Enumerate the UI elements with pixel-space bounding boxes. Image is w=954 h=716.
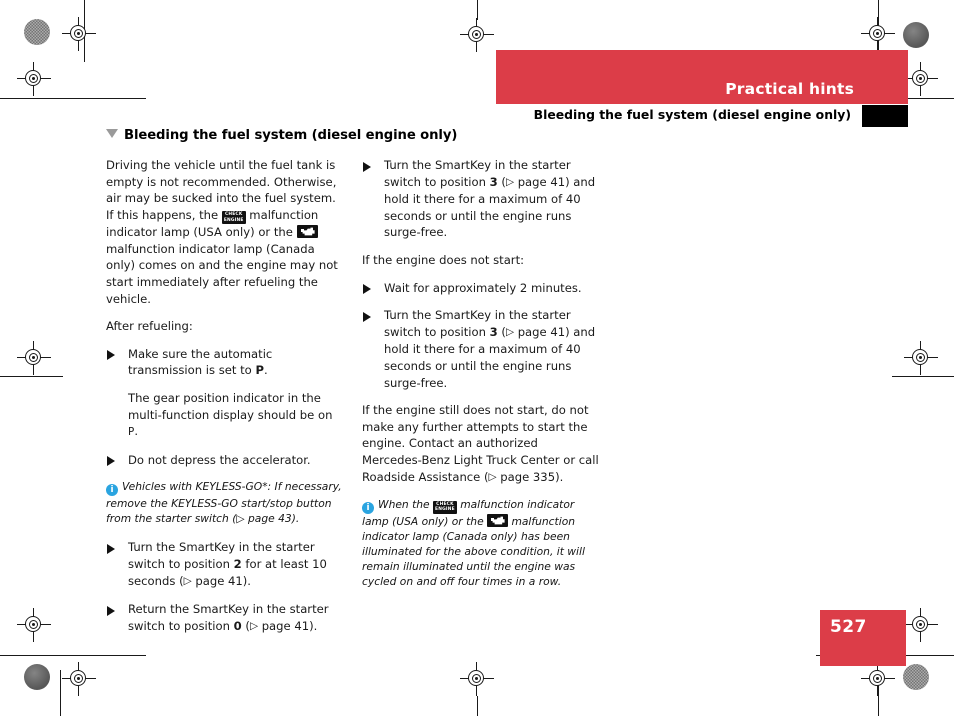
list-item: Turn the SmartKey in the starter switch … <box>106 539 344 590</box>
list-item: Turn the SmartKey in the starter switch … <box>362 307 600 391</box>
info-note-part-1: When the <box>378 498 434 512</box>
crop-line <box>60 670 62 716</box>
list-item: Return the SmartKey in the starter switc… <box>106 601 344 635</box>
triangle-right-icon <box>363 311 371 322</box>
triangle-down-icon <box>106 129 118 138</box>
registration-target <box>904 341 938 375</box>
crop-line <box>477 0 479 20</box>
registration-patch <box>24 664 50 690</box>
list-item-text: Wait for approximately 2 minutes. <box>384 280 582 295</box>
crop-line <box>0 655 146 657</box>
check-engine-lamp-icon: CHECK ENGINE <box>433 500 457 514</box>
triangle-right-icon <box>363 161 371 172</box>
crop-line <box>892 376 954 378</box>
registration-target <box>17 62 51 96</box>
intro-part-3: malfunction indicator lamp (Canada only)… <box>106 241 338 306</box>
list-item-note: The gear position indicator in the multi… <box>128 390 333 439</box>
list-item-text: Turn the SmartKey in the starter switch … <box>128 540 327 588</box>
registration-target <box>460 18 494 52</box>
list-item-text: Do not depress the accelerator. <box>128 452 311 467</box>
info-icon: i <box>106 484 118 497</box>
registration-target <box>62 17 96 51</box>
engine-no-start-label: If the engine does not start: <box>362 252 525 267</box>
list-item: Turn the SmartKey in the starter switch … <box>362 157 600 241</box>
list-item: Wait for approximately 2 minutes. <box>362 280 600 297</box>
thumb-index-tab <box>862 105 908 127</box>
list-item-text: Return the SmartKey in the starter switc… <box>128 602 329 633</box>
triangle-right-icon <box>107 543 115 554</box>
intro-paragraph: Driving the vehicle until the fuel tank … <box>106 157 344 307</box>
after-refueling-label: After refueling: <box>106 319 193 334</box>
section-heading-text: Bleeding the fuel system (diesel engine … <box>124 128 458 143</box>
crop-line <box>878 670 880 716</box>
registration-patch <box>903 22 929 48</box>
registration-target <box>17 341 51 375</box>
info-note-text: Vehicles with KEYLESS-GO*: If necessary,… <box>106 480 342 526</box>
list-item-text: Turn the SmartKey in the starter switch … <box>384 308 596 390</box>
running-header-text: Bleeding the fuel system (diesel engine … <box>533 107 851 122</box>
crop-line <box>0 98 146 100</box>
registration-target <box>861 17 895 51</box>
crop-line <box>84 0 86 62</box>
engine-malfunction-lamp-icon <box>487 514 509 528</box>
registration-patch <box>903 664 929 690</box>
list-item: Make sure the automatic transmission is … <box>106 346 344 379</box>
running-header: Bleeding the fuel system (diesel engine … <box>400 105 908 127</box>
info-note: i Vehicles with KEYLESS-GO*: If necessary… <box>106 479 344 526</box>
page-number: 527 <box>830 617 867 637</box>
registration-target <box>904 62 938 96</box>
chapter-banner: Practical hints <box>496 50 908 104</box>
registration-target <box>861 662 895 696</box>
chapter-title: Practical hints <box>725 80 854 98</box>
crop-line <box>0 376 63 378</box>
contact-service-paragraph: If the engine still does not start, do n… <box>362 403 599 484</box>
triangle-right-icon <box>107 350 115 361</box>
registration-patch <box>24 19 50 45</box>
page-number-block: 527 <box>820 610 906 666</box>
list-item-text: Turn the SmartKey in the starter switch … <box>384 158 596 240</box>
registration-target <box>62 662 96 696</box>
left-column: Driving the vehicle until the fuel tank … <box>106 157 344 646</box>
registration-target <box>904 608 938 642</box>
triangle-right-icon <box>363 284 371 295</box>
check-engine-lamp-icon: CHECK ENGINE <box>221 211 246 225</box>
engine-malfunction-lamp-icon <box>296 225 318 239</box>
info-note: i When the CHECK ENGINE malfunction indica… <box>362 497 600 589</box>
triangle-right-icon <box>107 605 115 616</box>
page-content: Bleeding the fuel system (diesel engine … <box>106 128 626 633</box>
triangle-right-icon <box>107 456 115 467</box>
info-icon: i <box>362 502 374 515</box>
right-column: Turn the SmartKey in the starter switch … <box>362 157 600 602</box>
list-item-text: Make sure the automatic transmission is … <box>128 346 273 378</box>
crop-line <box>477 696 479 716</box>
registration-target <box>460 662 494 696</box>
section-heading: Bleeding the fuel system (diesel engine … <box>106 128 626 143</box>
gear-position-p: P <box>128 426 135 439</box>
list-item: Do not depress the accelerator. <box>106 452 344 469</box>
registration-target <box>17 608 51 642</box>
